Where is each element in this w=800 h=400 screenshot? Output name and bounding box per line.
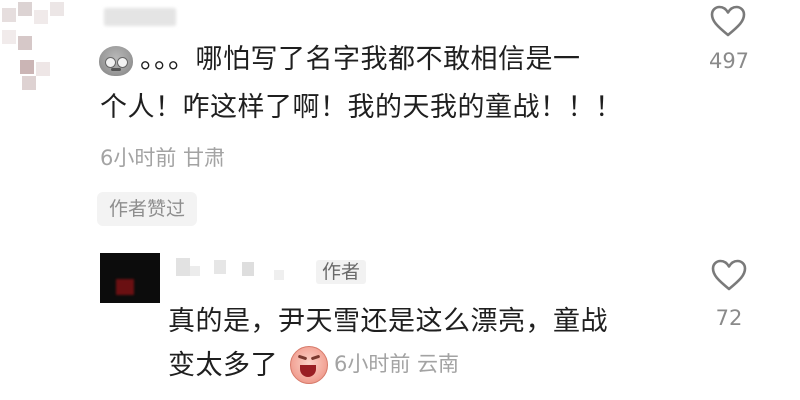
crying-face-emoji-icon: [290, 346, 328, 384]
reply-text-line-1: 真的是，尹天雪还是这么漂亮，童战: [168, 306, 608, 337]
comment-text-line-2: 个人！咋这样了啊！我的天我的童战！！！: [100, 92, 623, 123]
reply-like-count: 72: [715, 306, 743, 330]
like-button[interactable]: [709, 4, 747, 38]
commenter-avatar[interactable]: [0, 0, 70, 92]
reply-text-line-2: 变太多了: [168, 350, 278, 381]
replier-name-blurred[interactable]: [170, 258, 300, 284]
author-tag: 作者: [316, 260, 367, 284]
comment-text-line-1: 。。。哪怕写了名字我都不敢相信是一: [140, 44, 581, 75]
sweat-face-emoji-icon: [99, 46, 133, 76]
author-liked-badge: 作者赞过: [97, 192, 198, 226]
like-count: 497: [708, 49, 750, 73]
heart-outline-icon: [710, 5, 746, 37]
heart-outline-icon: [711, 259, 747, 291]
reply-meta: 6小时前 云南: [334, 352, 460, 376]
comment-meta: 6小时前 甘肃: [100, 146, 226, 170]
replier-avatar[interactable]: [100, 253, 160, 303]
reply-like-button[interactable]: [710, 258, 748, 292]
commenter-name-blurred[interactable]: [104, 8, 176, 26]
